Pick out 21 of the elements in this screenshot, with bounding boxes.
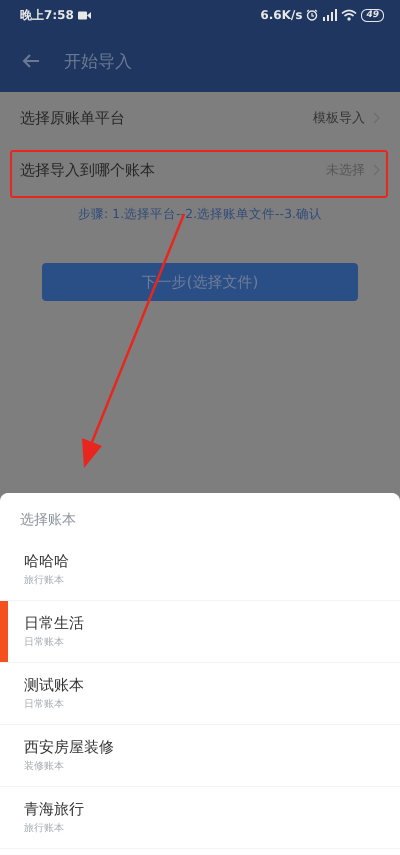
alarm-icon xyxy=(306,9,318,21)
page-title: 开始导入 xyxy=(64,50,132,72)
book-type: 旅行账本 xyxy=(24,574,65,587)
signal-icon xyxy=(322,9,338,21)
video-icon xyxy=(78,10,91,20)
book-type: 旅行账本 xyxy=(24,822,65,835)
status-time: 晚上7:58 xyxy=(20,6,74,24)
sheet-title: 选择账本 xyxy=(19,511,77,530)
book-type: 日常账本 xyxy=(24,636,65,649)
account-book-item[interactable]: 测试账本 xyxy=(24,676,84,695)
network-speed: 6.6K/s xyxy=(260,8,302,22)
account-book-item[interactable]: 日常生活 xyxy=(24,614,84,633)
account-book-item[interactable]: 哈哈哈 xyxy=(24,552,69,571)
back-icon[interactable] xyxy=(22,53,40,69)
battery-level: 49 xyxy=(361,8,384,22)
setting-row[interactable]: 选择原账单平台 模板导入 xyxy=(0,92,400,144)
account-book-item[interactable]: 青海旅行 xyxy=(24,800,84,819)
book-type: 日常账本 xyxy=(24,698,65,711)
account-book-item[interactable]: 西安房屋装修 xyxy=(24,738,114,757)
wifi-icon xyxy=(341,9,358,21)
book-type: 装修账本 xyxy=(24,760,65,773)
